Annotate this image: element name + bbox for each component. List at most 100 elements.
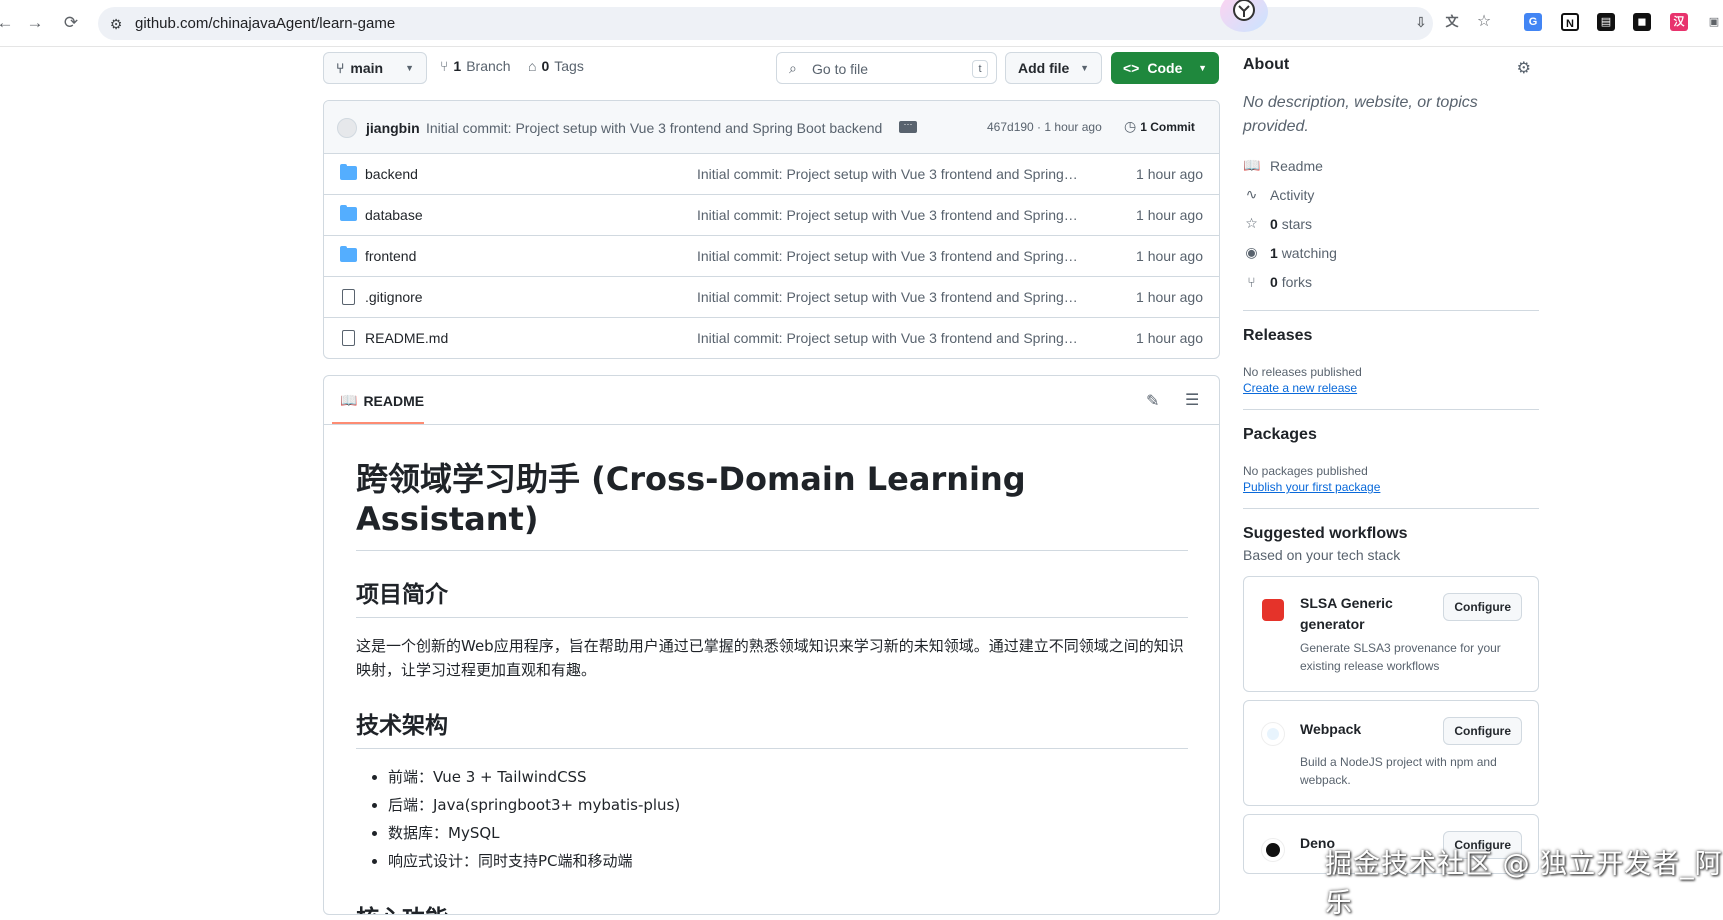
notion-extension-icon[interactable]: N bbox=[1561, 13, 1579, 31]
branch-name: main bbox=[350, 60, 384, 76]
file-age: 1 hour ago bbox=[1136, 330, 1203, 346]
eye-icon: ◉ bbox=[1245, 244, 1258, 260]
commit-message[interactable]: Initial commit: Project setup with Vue 3… bbox=[426, 120, 886, 136]
commit-hash-time[interactable]: 467d190 · 1 hour ago bbox=[987, 120, 1102, 134]
branch-select-button[interactable]: ⑂ main ▼ bbox=[323, 52, 427, 84]
file-name-link[interactable]: database bbox=[365, 207, 423, 223]
configure-button[interactable]: Configure bbox=[1443, 717, 1522, 745]
code-button[interactable]: <> Code ▼ bbox=[1111, 52, 1219, 84]
tag-icon: ⌂ bbox=[528, 58, 537, 74]
releases-title[interactable]: Releases bbox=[1243, 327, 1539, 345]
stars-link[interactable]: ☆ 0 stars bbox=[1243, 209, 1539, 238]
extension-icon-5[interactable]: 汉 bbox=[1670, 13, 1688, 31]
branches-link[interactable]: ⑂ 1 Branch bbox=[440, 58, 511, 74]
reload-icon[interactable]: ⟳ bbox=[60, 12, 82, 34]
heading-features: 核心功能 bbox=[356, 899, 1188, 914]
workflows-title: Suggested workflows bbox=[1243, 525, 1408, 542]
file-name-link[interactable]: backend bbox=[365, 166, 418, 182]
file-commit-message[interactable]: Initial commit: Project setup with Vue 3… bbox=[697, 248, 1079, 264]
add-file-label: Add file bbox=[1018, 60, 1070, 76]
forks-count: 0 bbox=[1270, 273, 1278, 290]
about-description: No description, website, or topics provi… bbox=[1243, 94, 1478, 135]
forward-icon[interactable]: → bbox=[24, 12, 46, 34]
outline-list-icon[interactable]: ☰ bbox=[1185, 390, 1199, 410]
no-releases-text: No releases published bbox=[1243, 365, 1362, 379]
about-title: About bbox=[1243, 56, 1290, 73]
readme-link[interactable]: 📖 Readme bbox=[1243, 151, 1539, 180]
activity-link[interactable]: ∿ Activity bbox=[1243, 180, 1539, 209]
forks-link[interactable]: ⑂ 0 forks bbox=[1243, 267, 1539, 296]
stars-count: 0 bbox=[1270, 215, 1278, 232]
install-app-icon[interactable]: ⇩ bbox=[1412, 13, 1430, 31]
divider bbox=[1243, 310, 1539, 311]
star-icon: ☆ bbox=[1245, 215, 1258, 231]
chevron-down-icon: ▼ bbox=[1198, 63, 1207, 73]
webpack-icon bbox=[1262, 723, 1284, 745]
readme-header: 📖 README ✎ ☰ bbox=[324, 376, 1219, 425]
slsa-icon bbox=[1262, 599, 1284, 621]
translate-icon[interactable]: 文 bbox=[1443, 13, 1461, 31]
pulse-icon: ∿ bbox=[1245, 186, 1258, 202]
bookmark-star-icon[interactable]: ☆ bbox=[1475, 13, 1493, 31]
heading-intro: 项目简介 bbox=[356, 575, 1188, 618]
chevron-down-icon: ▼ bbox=[405, 63, 414, 73]
tags-label: Tags bbox=[554, 58, 584, 74]
file-icon bbox=[342, 289, 355, 305]
watching-count: 1 bbox=[1270, 244, 1278, 261]
file-name-link[interactable]: frontend bbox=[365, 248, 416, 264]
divider bbox=[1243, 409, 1539, 410]
file-name-link[interactable]: .gitignore bbox=[365, 289, 423, 305]
workflow-card-slsa: SLSA Generic generator Configure Generat… bbox=[1243, 576, 1539, 692]
commit-history-link[interactable]: ◷ 1 Commit bbox=[1124, 118, 1195, 135]
code-icon: <> bbox=[1123, 60, 1140, 76]
readme-tab[interactable]: 📖 README bbox=[340, 392, 424, 409]
configure-button[interactable]: Configure bbox=[1443, 593, 1522, 621]
file-row: frontend Initial commit: Project setup wi… bbox=[324, 236, 1219, 277]
publish-package-link[interactable]: Publish your first package bbox=[1243, 480, 1539, 494]
expand-commit-icon[interactable]: ··· bbox=[899, 120, 917, 133]
commit-author[interactable]: jiangbin bbox=[366, 120, 420, 136]
extension-icon-4[interactable]: ◼ bbox=[1633, 13, 1651, 31]
file-row: .gitignore Initial commit: Project setup … bbox=[324, 277, 1219, 318]
add-file-button[interactable]: Add file ▼ bbox=[1005, 52, 1102, 84]
watchers-link[interactable]: ◉ 1 watching bbox=[1243, 238, 1539, 267]
code-label: Code bbox=[1147, 60, 1183, 76]
translate-extension-icon[interactable]: G bbox=[1524, 13, 1542, 31]
tab-underline bbox=[332, 422, 424, 424]
extension-icon-3[interactable]: ▤ bbox=[1597, 13, 1615, 31]
file-commit-message[interactable]: Initial commit: Project setup with Vue 3… bbox=[697, 166, 1079, 182]
file-age: 1 hour ago bbox=[1136, 166, 1203, 182]
file-age: 1 hour ago bbox=[1136, 289, 1203, 305]
file-commit-message[interactable]: Initial commit: Project setup with Vue 3… bbox=[697, 330, 1079, 346]
file-commit-message[interactable]: Initial commit: Project setup with Vue 3… bbox=[697, 289, 1079, 305]
list-item: 前端：Vue 3 + TailwindCSS bbox=[388, 763, 1188, 791]
readme-link-label: Readme bbox=[1270, 157, 1323, 174]
branches-label: Branch bbox=[466, 58, 511, 74]
chevron-down-icon: ▼ bbox=[1080, 63, 1089, 73]
commit-count: 1 Commit bbox=[1140, 119, 1195, 134]
create-release-link[interactable]: Create a new release bbox=[1243, 381, 1539, 395]
go-to-file-input[interactable]: ⌕ Go to file t bbox=[776, 52, 997, 84]
file-commit-message[interactable]: Initial commit: Project setup with Vue 3… bbox=[697, 207, 1079, 223]
back-icon[interactable]: ← bbox=[0, 12, 16, 34]
search-icon: ⌕ bbox=[789, 60, 797, 76]
intro-paragraph: 这是一个创新的Web应用程序，旨在帮助用户通过已掌握的熟悉领域知识来学习新的未知… bbox=[356, 637, 1184, 679]
watermark-text: 掘金技术社区 @ 独立开发者_阿乐 bbox=[1325, 849, 1723, 919]
readme-panel: 📖 README ✎ ☰ 跨领域学习助手 (Cross-Domain Learn… bbox=[323, 375, 1220, 915]
packages-title[interactable]: Packages bbox=[1243, 426, 1539, 444]
tags-count: 0 bbox=[541, 58, 550, 74]
stars-label: stars bbox=[1281, 215, 1313, 232]
folder-icon bbox=[340, 205, 357, 221]
pencil-icon[interactable]: ✎ bbox=[1146, 391, 1159, 411]
extensions-puzzle-icon[interactable]: ▣ bbox=[1705, 13, 1723, 31]
file-name-link[interactable]: README.md bbox=[365, 330, 448, 346]
activity-link-label: Activity bbox=[1270, 186, 1315, 203]
tags-link[interactable]: ⌂ 0 Tags bbox=[528, 58, 584, 74]
file-age: 1 hour ago bbox=[1136, 248, 1203, 264]
branch-icon: ⑂ bbox=[336, 60, 345, 76]
branches-count: 1 bbox=[453, 58, 462, 74]
site-settings-icon[interactable]: ⚙ bbox=[106, 14, 126, 34]
avatar[interactable] bbox=[337, 118, 357, 138]
gear-icon[interactable]: ⚙ bbox=[1517, 58, 1531, 78]
readme-content: 跨领域学习助手 (Cross-Domain Learning Assistant… bbox=[356, 425, 1188, 914]
